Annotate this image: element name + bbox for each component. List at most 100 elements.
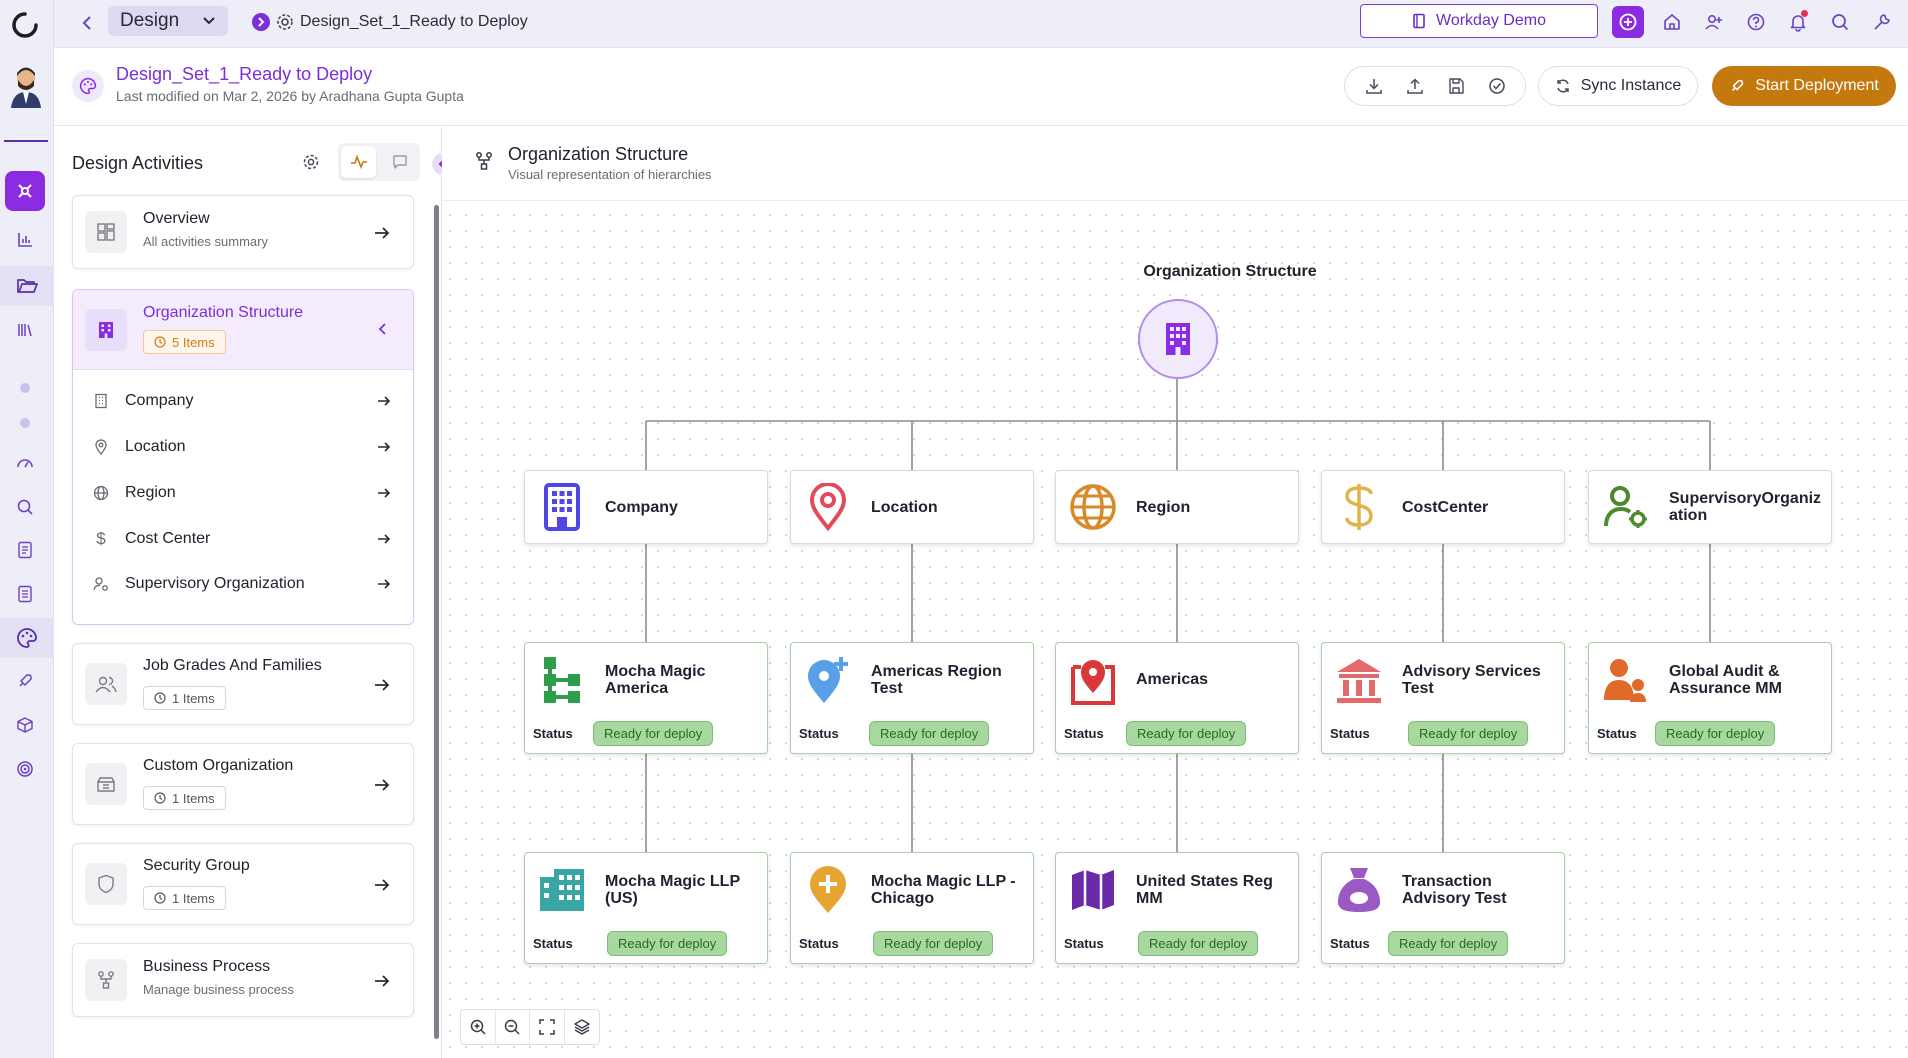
custom-organization-card[interactable]: Custom Organization 1 Items: [72, 743, 414, 825]
rail-palette-button[interactable]: [0, 618, 54, 658]
sidebar-item-cost-center[interactable]: $ Cost Center: [91, 524, 391, 554]
sidebar-item-region[interactable]: Region: [91, 478, 391, 508]
layers-button[interactable]: [565, 1010, 599, 1044]
validate-button[interactable]: [1483, 72, 1511, 100]
category-node-region[interactable]: Region: [1055, 470, 1299, 544]
rail-projects-button[interactable]: [0, 266, 54, 306]
sidebar-item-supervisory-organization[interactable]: Supervisory Organization: [91, 569, 391, 599]
arrow-right-icon: [377, 395, 391, 407]
status-badge: Ready for deploy: [869, 721, 990, 746]
entity-node[interactable]: Mocha Magic LLP (US) Status Ready for de…: [524, 852, 768, 964]
arrow-right-icon: [377, 578, 391, 590]
arrow-right-icon: [371, 970, 393, 992]
rail-document-button[interactable]: [12, 537, 38, 563]
rail-divider: [4, 140, 48, 142]
rail-deploy-button[interactable]: [12, 668, 38, 694]
items-count-badge: 1 Items: [143, 686, 226, 710]
business-process-title: Business Process: [143, 958, 271, 975]
entity-node[interactable]: Americas Status Ready for deploy: [1055, 642, 1299, 754]
breadcrumb[interactable]: Design_Set_1_Ready to Deploy: [252, 10, 528, 34]
home-button[interactable]: [1658, 8, 1686, 36]
sync-instance-button[interactable]: Sync Instance: [1538, 66, 1698, 106]
bar-chart-icon: [18, 233, 32, 247]
entity-name: United States Reg MM: [1136, 873, 1273, 907]
help-button[interactable]: [1742, 8, 1770, 36]
download-button[interactable]: [1360, 72, 1388, 100]
map-icon: [1068, 865, 1118, 915]
chevron-left-icon: [82, 16, 91, 30]
user-avatar[interactable]: [7, 64, 45, 108]
rail-search-button[interactable]: [12, 494, 38, 520]
entity-node[interactable]: Americas Region Test Status Ready for de…: [790, 642, 1034, 754]
category-name: Company: [605, 499, 678, 516]
rail-analytics-button[interactable]: [12, 227, 38, 253]
business-process-subtitle: Manage business process: [143, 982, 295, 997]
search-button[interactable]: [1826, 8, 1854, 36]
root-node[interactable]: [1138, 299, 1218, 379]
rail-package-button[interactable]: [12, 712, 38, 738]
category-name: Location: [871, 499, 938, 516]
search-icon: [17, 499, 33, 515]
save-button[interactable]: [1442, 72, 1470, 100]
sidebar-item-label: Company: [125, 392, 194, 409]
check-circle-icon: [1488, 78, 1505, 94]
rail-design-button[interactable]: [5, 171, 45, 211]
rail-report-button[interactable]: [12, 581, 38, 607]
organization-structure-card[interactable]: Organization Structure 5 Items Company L…: [72, 289, 414, 625]
canvas-header: Organization Structure Visual representa…: [442, 127, 1908, 201]
comments-view-button[interactable]: [382, 146, 417, 178]
money-bag-icon: [1334, 865, 1384, 915]
tenant-button[interactable]: Workday Demo: [1360, 4, 1598, 38]
start-deployment-button[interactable]: Start Deployment: [1712, 66, 1896, 106]
app-logo-icon[interactable]: [10, 10, 40, 40]
entity-node[interactable]: Advisory Services Test Status Ready for …: [1321, 642, 1565, 754]
zoom-out-button[interactable]: [496, 1010, 530, 1044]
zoom-in-icon: [470, 1019, 486, 1035]
rail-dot[interactable]: [20, 383, 30, 393]
fit-view-button[interactable]: [530, 1010, 565, 1044]
person-gear-icon: [1601, 482, 1651, 532]
archive-icon: [85, 763, 127, 805]
zoom-in-button[interactable]: [461, 1010, 496, 1044]
entity-node[interactable]: Mocha Magic America Status Ready for dep…: [524, 642, 768, 754]
rail-library-button[interactable]: [12, 317, 38, 343]
entity-node[interactable]: Mocha Magic LLP - Chicago Status Ready f…: [790, 852, 1034, 964]
design-header: Design_Set_1_Ready to Deploy Last modifi…: [54, 48, 1908, 126]
design-icon: [18, 184, 32, 198]
users-button[interactable]: [1700, 8, 1728, 36]
sidebar-item-location[interactable]: Location: [91, 432, 391, 462]
entity-node[interactable]: Transaction Advisory Test Status Ready f…: [1321, 852, 1565, 964]
overview-title: Overview: [143, 210, 210, 227]
status-label: Status: [799, 726, 839, 741]
status-badge: Ready for deploy: [1126, 721, 1247, 746]
entity-node[interactable]: Global Audit & Assurance MM Status Ready…: [1588, 642, 1832, 754]
panel-settings-button[interactable]: [298, 149, 324, 175]
back-button[interactable]: [74, 10, 100, 36]
entity-node[interactable]: United States Reg MM Status Ready for de…: [1055, 852, 1299, 964]
category-node-location[interactable]: Location: [790, 470, 1034, 544]
upload-button[interactable]: [1401, 72, 1429, 100]
panel-scrollbar[interactable]: [434, 205, 439, 1039]
add-button[interactable]: [1612, 6, 1644, 38]
gear-icon: [277, 14, 293, 30]
category-node-cost-center[interactable]: CostCenter: [1321, 470, 1565, 544]
activity-view-button[interactable]: [341, 146, 376, 178]
security-group-card[interactable]: Security Group 1 Items: [72, 843, 414, 925]
tools-button[interactable]: [1868, 8, 1896, 36]
category-node-supervisory-organization[interactable]: SupervisoryOrganization: [1588, 470, 1832, 544]
overview-card[interactable]: Overview All activities summary: [72, 195, 414, 269]
organization-structure-header[interactable]: Organization Structure 5 Items: [73, 290, 413, 370]
org-structure-canvas[interactable]: Organization Structure Visual representa…: [442, 127, 1908, 1058]
report-icon: [18, 585, 32, 603]
business-process-card[interactable]: Business Process Manage business process: [72, 943, 414, 1017]
rail-speed-button[interactable]: [12, 450, 38, 476]
rail-dot[interactable]: [20, 418, 30, 428]
notifications-button[interactable]: [1784, 8, 1812, 36]
chat-icon: [392, 155, 407, 169]
sidebar-item-company[interactable]: Company: [91, 386, 391, 416]
mode-selector[interactable]: Design: [108, 6, 228, 36]
rail-target-button[interactable]: [12, 756, 38, 782]
palette-icon: [17, 628, 37, 648]
job-grades-card[interactable]: Job Grades And Families 1 Items: [72, 643, 414, 725]
category-node-company[interactable]: Company: [524, 470, 768, 544]
